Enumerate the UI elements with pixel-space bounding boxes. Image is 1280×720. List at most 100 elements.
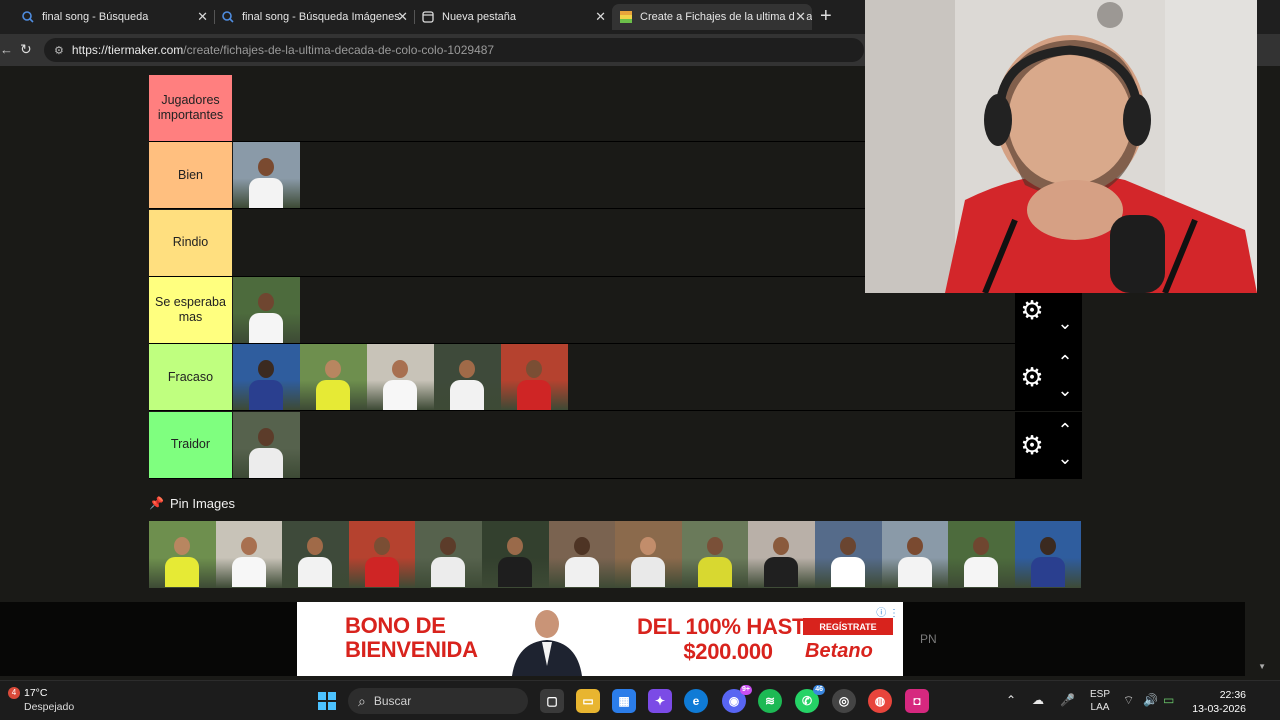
tier-items xyxy=(233,344,568,411)
close-icon[interactable]: ✕ xyxy=(795,9,806,25)
ad-register-button[interactable]: REGÍSTRATE xyxy=(803,618,893,635)
tier-label[interactable]: Fracaso xyxy=(149,344,232,411)
webcam-overlay xyxy=(865,0,1257,293)
newtab-icon xyxy=(422,11,434,23)
gear-icon[interactable]: ⚙ xyxy=(1019,364,1045,390)
pool-player-image[interactable] xyxy=(149,521,216,588)
tab-search[interactable]: final song - Búsqueda ✕ xyxy=(14,4,215,30)
taskbar: 4 17°C Despejado ⌕ Buscar ▢ ▭ ▦ ✦ e ◉ 9+ … xyxy=(0,680,1280,720)
battery-icon[interactable]: ▭ xyxy=(1163,693,1174,707)
spotify-icon[interactable]: ≋ xyxy=(758,689,782,713)
task-view-icon[interactable]: ▢ xyxy=(540,689,564,713)
tier-label[interactable]: Traidor xyxy=(149,411,232,478)
pn-label: PN xyxy=(920,632,937,646)
pool-player-image[interactable] xyxy=(748,521,815,588)
close-icon[interactable]: ✕ xyxy=(595,9,606,25)
weather-condition[interactable]: Despejado xyxy=(24,701,74,713)
pool-player-image[interactable] xyxy=(681,521,749,588)
tier-items xyxy=(233,142,300,209)
pool-player-image[interactable] xyxy=(814,521,882,588)
search-icon xyxy=(22,11,34,23)
pool-player-image[interactable] xyxy=(881,521,949,588)
tier-controls: ⚙ ⌃ ⌄ xyxy=(1015,344,1082,411)
pool-player-image[interactable] xyxy=(615,521,682,588)
tier-label[interactable]: Rindio xyxy=(149,209,232,276)
player-image[interactable] xyxy=(233,276,300,343)
chevron-down-icon[interactable]: ⌄ xyxy=(1055,314,1075,332)
chevron-up-icon[interactable]: ⌃ xyxy=(1055,421,1075,439)
file-explorer-icon[interactable]: ▭ xyxy=(576,689,600,713)
gear-icon[interactable]: ⚙ xyxy=(1019,297,1045,323)
gear-icon[interactable]: ⚙ xyxy=(1019,432,1045,458)
tiermaker-favicon-icon xyxy=(620,11,632,23)
pool-player-image[interactable] xyxy=(481,521,549,588)
reload-icon[interactable]: ↻ xyxy=(20,41,32,58)
copilot-icon[interactable]: ✦ xyxy=(648,689,672,713)
ad-brand-logo: Betano xyxy=(805,640,873,662)
address-bar[interactable]: ⚙ https://tiermaker.com/create/fichajes-… xyxy=(44,38,864,62)
language-indicator[interactable]: ESP LAA xyxy=(1090,688,1110,714)
url-text: https://tiermaker.com/create/fichajes-de… xyxy=(71,43,495,57)
chevron-up-icon[interactable]: ⌃ xyxy=(1055,353,1075,371)
pool-player-image[interactable] xyxy=(282,521,349,588)
chrome-icon[interactable]: ◍ xyxy=(868,689,892,713)
new-tab-button[interactable]: + xyxy=(820,6,832,26)
tier-controls: ⚙ ⌃ ⌄ xyxy=(1015,411,1082,478)
tab-tiermaker[interactable]: Create a Fichajes de la ultima deca ✕ xyxy=(612,4,812,30)
tab-title: final song - Búsqueda xyxy=(42,11,149,23)
player-image[interactable] xyxy=(300,344,367,411)
close-icon[interactable]: ✕ xyxy=(197,9,208,25)
taskbar-search[interactable]: ⌕ Buscar xyxy=(348,688,528,714)
player-image[interactable] xyxy=(434,344,501,411)
tab-image-search[interactable]: final song - Búsqueda Imágenes ✕ xyxy=(214,4,415,30)
tier-label[interactable]: Bien xyxy=(149,142,232,209)
store-icon[interactable]: ▦ xyxy=(612,689,636,713)
obs-icon[interactable]: ◎ xyxy=(832,689,856,713)
pin-icon: 📌 xyxy=(149,496,164,510)
ad-person-image xyxy=(512,610,582,676)
player-image[interactable] xyxy=(233,344,300,411)
scroll-down-arrow[interactable]: ▼ xyxy=(1258,662,1266,671)
site-info-icon[interactable]: ⚙ xyxy=(54,44,64,57)
tab-new[interactable]: Nueva pestaña ✕ xyxy=(414,4,612,30)
tier-label[interactable]: Se esperaba mas xyxy=(149,276,232,343)
pool-player-image[interactable] xyxy=(415,521,482,588)
tier-row: Traidor ⚙ ⌃ ⌄ xyxy=(149,411,1082,479)
search-placeholder: Buscar xyxy=(373,694,412,708)
close-icon[interactable]: ✕ xyxy=(397,9,408,25)
windows-start-icon[interactable] xyxy=(315,689,339,713)
pool-player-image[interactable] xyxy=(1014,521,1082,588)
tray-chevron-icon[interactable]: ⌃ xyxy=(1006,693,1016,707)
pin-images-label: Pin Images xyxy=(169,495,235,511)
clock[interactable]: 22:36 13-03-2026 xyxy=(1192,688,1246,716)
ad-info-icon[interactable]: ⓘ ⋮ xyxy=(876,604,899,619)
search-icon: ⌕ xyxy=(358,692,366,709)
player-image[interactable] xyxy=(367,344,434,411)
pool-player-image[interactable] xyxy=(348,521,416,588)
player-image[interactable] xyxy=(233,142,300,209)
instagram-icon[interactable]: ◘ xyxy=(905,689,929,713)
tier-label[interactable]: Jugadores importantes xyxy=(149,75,232,141)
volume-icon[interactable]: 🔊 xyxy=(1143,693,1158,707)
ad-headline: BONO DE BIENVENIDA xyxy=(345,613,478,662)
microphone-icon[interactable]: 🎤 xyxy=(1060,693,1075,707)
temperature[interactable]: 17°C xyxy=(24,687,47,699)
whatsapp-icon[interactable]: ✆ 46 xyxy=(795,685,825,713)
back-icon[interactable]: ← xyxy=(0,42,13,57)
pin-images-header[interactable]: 📌 Pin Images xyxy=(149,494,235,512)
edge-icon[interactable]: e xyxy=(684,689,708,713)
chevron-down-icon[interactable]: ⌄ xyxy=(1055,381,1075,399)
chevron-down-icon[interactable]: ⌄ xyxy=(1055,449,1075,467)
wifi-icon[interactable]: ⌔ xyxy=(1123,693,1134,708)
pool-player-image[interactable] xyxy=(548,521,616,588)
player-image[interactable] xyxy=(501,344,568,411)
discord-icon[interactable]: ◉ 9+ xyxy=(722,685,752,713)
ad-offer: DEL 100% HASTA $200.000 xyxy=(637,614,820,664)
weather-badge: 4 xyxy=(8,687,20,699)
tier-row: Fracaso ⚙ ⌃ ⌄ xyxy=(149,344,1082,412)
player-image[interactable] xyxy=(233,411,300,478)
onedrive-icon[interactable]: ☁ xyxy=(1032,693,1044,707)
pool-player-image[interactable] xyxy=(215,521,283,588)
pool-player-image[interactable] xyxy=(948,521,1015,588)
betano-ad-banner[interactable]: BONO DE BIENVENIDA DEL 100% HASTA $200.0… xyxy=(297,602,903,676)
